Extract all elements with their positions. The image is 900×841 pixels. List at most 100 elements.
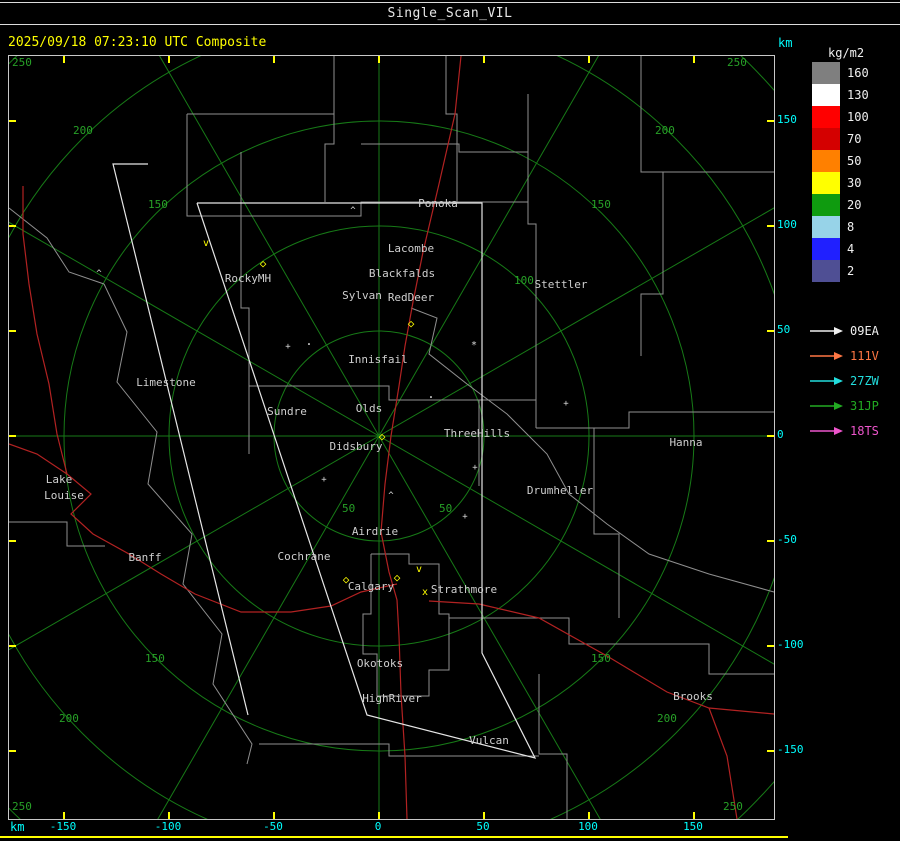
point-marker: + xyxy=(285,342,291,352)
point-marker: + xyxy=(472,463,478,473)
county-boundary xyxy=(362,553,450,697)
city-label: Lacombe xyxy=(388,242,434,255)
city-label: Stettler xyxy=(535,278,588,291)
legend-row: 8 xyxy=(812,216,869,238)
county-boundary xyxy=(361,143,528,153)
y-axis-label: -150 xyxy=(777,743,804,756)
y-axis-label: -100 xyxy=(777,638,804,651)
city-label: Strathmore xyxy=(431,583,497,596)
point-marker: ^ xyxy=(388,491,394,501)
legend-value: 20 xyxy=(847,198,862,212)
radar-map: 250 200 150 250 200 150 100 50 50 150 200 250 150 200… xyxy=(8,55,775,820)
legend-row: 130 xyxy=(812,84,869,106)
range-label: 150 xyxy=(148,198,168,211)
point-marker: + xyxy=(563,399,569,409)
radar-site-marker: ◇ xyxy=(343,573,350,586)
legend-value: 50 xyxy=(847,154,862,168)
radar-arrow-icon xyxy=(810,351,843,360)
point-marker: . xyxy=(427,387,434,401)
radar-id-label: 31JP xyxy=(850,398,879,413)
radar-coverage-outline xyxy=(196,202,537,759)
legend-swatch xyxy=(812,128,840,150)
range-label: 150 xyxy=(591,652,611,665)
radar-arrow-head xyxy=(834,351,843,360)
city-label: Louise xyxy=(44,489,84,502)
legend-row: 30 xyxy=(812,172,869,194)
city-label: Lake xyxy=(46,473,73,486)
legend-value: 4 xyxy=(847,242,855,256)
legend-swatch xyxy=(812,84,840,106)
legend-row: 70 xyxy=(812,128,869,150)
x-axis-label: -150 xyxy=(49,820,77,833)
legend-row: 2 xyxy=(812,260,869,282)
radar-arrow-icon xyxy=(810,376,843,385)
county-boundary xyxy=(324,56,335,202)
county-boundary xyxy=(449,617,774,675)
legend-swatch xyxy=(812,260,840,282)
radar-site-marker: ◇ xyxy=(408,317,415,330)
legend-unit-label: kg/m2 xyxy=(828,46,865,60)
radar-legend-row: 09EA xyxy=(808,318,879,343)
legend-swatch xyxy=(812,172,840,194)
bottom-rule xyxy=(0,836,788,838)
legend-swatch xyxy=(812,194,840,216)
highway-line xyxy=(22,186,68,475)
legend-row: 4 xyxy=(812,238,869,260)
radar-arrow-icon xyxy=(810,326,843,335)
county-boundary xyxy=(538,674,568,819)
radar-legend-row: 18TS xyxy=(808,418,879,443)
range-label: 50 xyxy=(342,502,355,515)
county-boundary xyxy=(410,307,774,593)
radar-arrow-head xyxy=(834,401,843,410)
legend-value: 70 xyxy=(847,132,862,146)
radar-map-canvas: 250 200 150 250 200 150 100 50 50 150 200 250 150 200… xyxy=(9,56,774,819)
county-boundary xyxy=(249,201,528,217)
radar-viewer-screen: Single_Scan_VIL 2025/09/18 07:23:10 UTC … xyxy=(0,0,900,841)
legend-swatch xyxy=(812,238,840,260)
city-label: ThreeHills xyxy=(444,427,510,440)
city-label: Brooks xyxy=(673,690,713,703)
radar-arrow-head xyxy=(834,326,843,335)
range-label: 200 xyxy=(73,124,93,137)
y-axis-label: 0 xyxy=(777,428,784,441)
city-label: Olds xyxy=(356,402,383,415)
county-boundary xyxy=(103,283,253,765)
legend-row: 100 xyxy=(812,106,869,128)
range-label: 250 xyxy=(12,800,32,813)
radar-site-marker: ◇ xyxy=(379,430,386,443)
city-label: Drumheller xyxy=(527,484,594,497)
county-boundary xyxy=(9,521,105,547)
point-marker: + xyxy=(462,512,468,522)
legend-row: 160 xyxy=(812,62,869,84)
y-axis-label: -50 xyxy=(777,533,797,546)
radar-id-label: 18TS xyxy=(850,423,879,438)
legend-value: 100 xyxy=(847,110,869,124)
point-marker: . xyxy=(305,334,312,348)
radar-arrow-head xyxy=(834,426,843,435)
range-label: 200 xyxy=(59,712,79,725)
city-label: HighRiver xyxy=(362,692,422,705)
legend-swatch xyxy=(812,150,840,172)
x-axis-label: -100 xyxy=(154,820,182,833)
city-label: Innisfail xyxy=(348,353,408,366)
legend-value: 30 xyxy=(847,176,862,190)
county-boundary xyxy=(536,411,774,429)
storm-marker: v xyxy=(416,564,422,575)
range-label: 250 xyxy=(723,800,743,813)
point-marker: ^ xyxy=(350,206,356,216)
unit-label-bottom: km xyxy=(10,820,25,834)
radar-legend-row: 31JP xyxy=(808,393,879,418)
legend-value: 160 xyxy=(847,66,869,80)
city-label: Calgary xyxy=(348,580,395,593)
county-boundary xyxy=(527,94,537,428)
range-label: 100 xyxy=(514,274,534,287)
x-axis-label: 0 xyxy=(374,820,382,833)
radar-site-marker: ◇ xyxy=(260,257,267,270)
unit-label-top: km xyxy=(778,36,793,50)
x-axis-label: 100 xyxy=(578,820,598,833)
city-label: Didsbury xyxy=(330,440,383,453)
point-marker: + xyxy=(321,475,327,485)
legend-swatch xyxy=(812,216,840,238)
range-label: 50 xyxy=(439,502,452,515)
range-label: 200 xyxy=(655,124,675,137)
